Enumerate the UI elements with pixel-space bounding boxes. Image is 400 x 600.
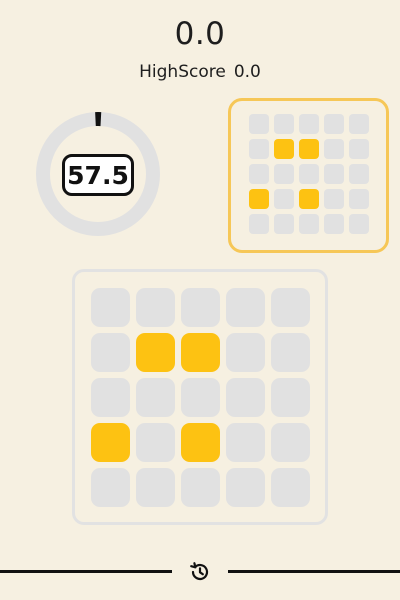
- preview-cell: [249, 189, 269, 209]
- preview-cell: [249, 164, 269, 184]
- preview-cell: [324, 214, 344, 234]
- board-cell[interactable]: [226, 423, 265, 462]
- board-cell[interactable]: [271, 378, 310, 417]
- preview-cell: [274, 164, 294, 184]
- preview-grid: [249, 114, 369, 234]
- preview-cell: [299, 164, 319, 184]
- preview-cell: [349, 189, 369, 209]
- target-pattern-preview: [228, 98, 389, 253]
- history-icon: [190, 562, 209, 581]
- preview-cell: [249, 114, 269, 134]
- board-cell[interactable]: [271, 288, 310, 327]
- board-cell[interactable]: [226, 333, 265, 372]
- highscore-label: HighScore: [139, 62, 226, 82]
- board-cell[interactable]: [91, 333, 130, 372]
- preview-cell: [349, 114, 369, 134]
- preview-cell: [249, 139, 269, 159]
- board-cell[interactable]: [181, 333, 220, 372]
- current-score: 0.0: [174, 16, 226, 52]
- board-cell[interactable]: [181, 423, 220, 462]
- footer-divider-right: [228, 570, 400, 573]
- board-cell[interactable]: [91, 378, 130, 417]
- preview-cell: [299, 189, 319, 209]
- highscore-value: 0.0: [233, 62, 261, 82]
- board-cell[interactable]: [136, 378, 175, 417]
- preview-cell: [349, 139, 369, 159]
- preview-cell: [299, 214, 319, 234]
- preview-cell: [299, 114, 319, 134]
- board-cell[interactable]: [271, 333, 310, 372]
- countdown-timer: 57.5: [36, 112, 160, 236]
- board-cell[interactable]: [226, 288, 265, 327]
- preview-cell: [349, 164, 369, 184]
- preview-cell: [274, 114, 294, 134]
- board-cell[interactable]: [136, 423, 175, 462]
- preview-cell: [349, 214, 369, 234]
- preview-cell: [274, 139, 294, 159]
- preview-cell: [324, 114, 344, 134]
- highscore-row: HighScore 0.0: [0, 60, 400, 84]
- footer-divider-left: [0, 570, 172, 573]
- board-grid: [91, 288, 310, 507]
- board-cell[interactable]: [136, 468, 175, 507]
- board-cell[interactable]: [181, 378, 220, 417]
- timer-value: 57.5: [62, 154, 134, 196]
- board-cell[interactable]: [181, 288, 220, 327]
- game-board: [72, 269, 328, 525]
- board-cell[interactable]: [136, 288, 175, 327]
- board-cell[interactable]: [91, 468, 130, 507]
- preview-cell: [324, 189, 344, 209]
- preview-cell: [274, 214, 294, 234]
- board-cell[interactable]: [226, 378, 265, 417]
- history-button[interactable]: [186, 558, 214, 586]
- board-cell[interactable]: [226, 468, 265, 507]
- board-cell[interactable]: [271, 468, 310, 507]
- preview-cell: [249, 214, 269, 234]
- board-cell[interactable]: [271, 423, 310, 462]
- board-cell[interactable]: [91, 423, 130, 462]
- board-cell[interactable]: [91, 288, 130, 327]
- board-cell[interactable]: [181, 468, 220, 507]
- preview-cell: [324, 164, 344, 184]
- preview-cell: [274, 189, 294, 209]
- board-cell[interactable]: [136, 333, 175, 372]
- preview-cell: [324, 139, 344, 159]
- preview-cell: [299, 139, 319, 159]
